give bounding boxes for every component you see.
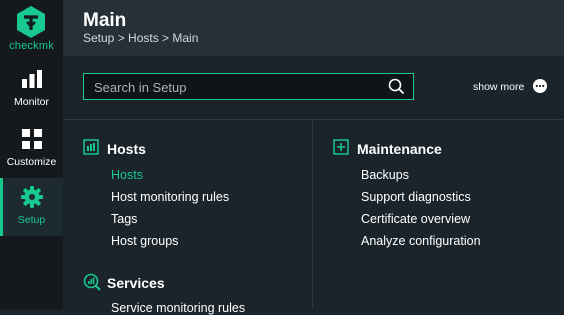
checkmk-logo[interactable]: checkmk	[0, 0, 63, 58]
sidebar: checkmk Monitor Customize Setup	[0, 0, 63, 309]
search-input[interactable]	[92, 77, 381, 98]
maintenance-plus-icon	[333, 139, 349, 155]
services-section-title: Services	[107, 275, 165, 291]
nav-monitor-label: Monitor	[13, 96, 49, 108]
section-divider	[63, 119, 564, 120]
hosts-icon	[83, 139, 99, 155]
active-indicator	[0, 178, 3, 236]
nav-customize[interactable]: Customize	[0, 120, 63, 178]
nav-setup[interactable]: Setup	[0, 178, 63, 236]
search-box	[83, 73, 414, 100]
menu-item-tags[interactable]: Tags	[111, 212, 137, 226]
logo-text: checkmk	[9, 40, 54, 52]
menu-item-service-monitoring-rules[interactable]: Service monitoring rules	[111, 301, 245, 315]
menu-item-host-groups[interactable]: Host groups	[111, 234, 178, 248]
menu-item-hosts[interactable]: Hosts	[111, 168, 143, 182]
page-header: Main Setup > Hosts > Main	[63, 0, 564, 56]
column-divider	[312, 119, 313, 309]
monitor-icon	[22, 70, 42, 88]
menu-item-support-diagnostics[interactable]: Support diagnostics	[361, 190, 471, 204]
nav-setup-label: Setup	[17, 214, 46, 226]
hosts-section-title: Hosts	[107, 141, 146, 157]
maintenance-section-title: Maintenance	[357, 141, 442, 157]
nav-customize-label: Customize	[6, 156, 57, 168]
menu-item-certificate-overview[interactable]: Certificate overview	[361, 212, 470, 226]
more-dots-icon[interactable]	[533, 79, 547, 93]
menu-item-host-monitoring-rules[interactable]: Host monitoring rules	[111, 190, 229, 204]
customize-icon	[22, 129, 42, 149]
show-more-link[interactable]: show more	[473, 81, 524, 93]
setup-gear-icon	[21, 186, 43, 208]
setup-main: show more Hosts Hosts Host monitoring ru…	[63, 56, 564, 315]
menu-item-analyze-configuration[interactable]: Analyze configuration	[361, 234, 481, 248]
services-icon	[83, 273, 101, 291]
menu-item-backups[interactable]: Backups	[361, 168, 409, 182]
nav-monitor[interactable]: Monitor	[0, 60, 63, 118]
breadcrumb: Setup > Hosts > Main	[83, 31, 199, 45]
checkmk-logo-icon	[17, 6, 45, 38]
search-icon[interactable]	[388, 78, 405, 95]
page-title: Main	[83, 10, 127, 31]
